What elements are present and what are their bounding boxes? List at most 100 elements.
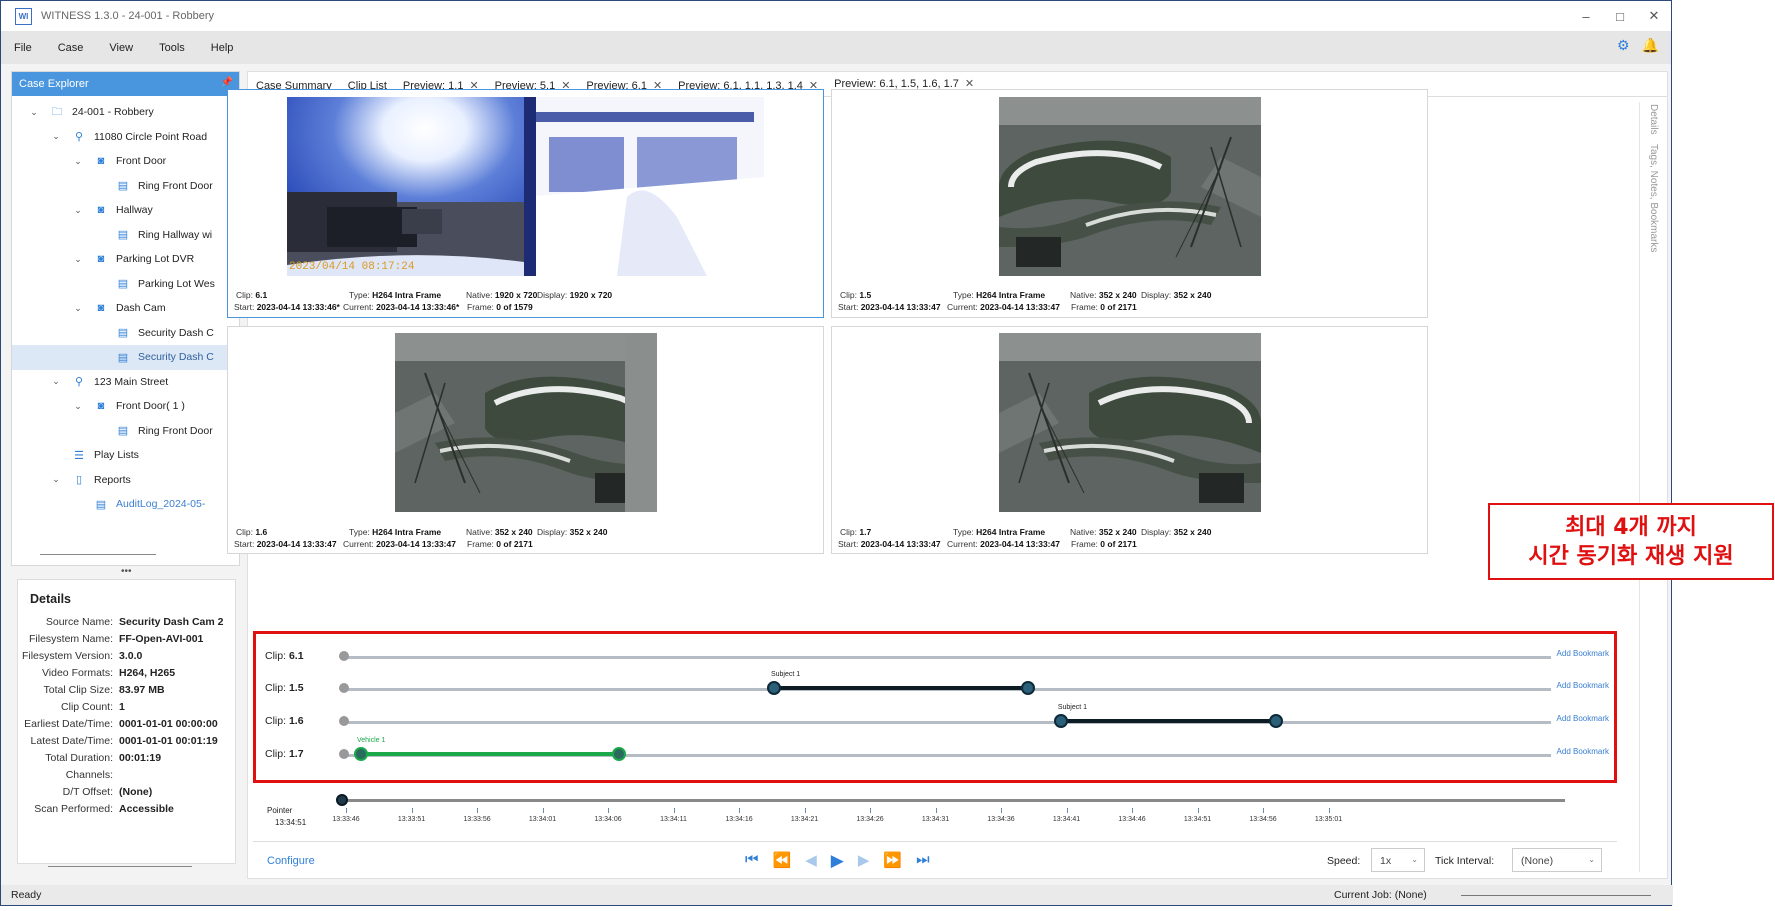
add-bookmark-link[interactable]: Add Bookmark bbox=[1557, 649, 1609, 658]
notification-bell-icon[interactable]: 🔔 bbox=[1642, 37, 1659, 54]
menu-help[interactable]: Help bbox=[198, 42, 247, 54]
bookmark-start-handle[interactable] bbox=[766, 681, 781, 695]
tree-item-label: Play Lists bbox=[94, 449, 139, 462]
tree-item-label: 123 Main Street bbox=[94, 375, 169, 388]
detail-row: Earliest Date/Time: 0001-01-01 00:00:00 bbox=[18, 718, 235, 735]
tree-item[interactable]: ▤ Ring Front Door bbox=[12, 419, 239, 444]
tree-item[interactable]: ⌄ ◙ Parking Lot DVR bbox=[12, 247, 239, 272]
tree-item[interactable]: ⌄ 🗀 24-001 - Robbery bbox=[12, 100, 239, 125]
tick-interval-select[interactable]: (None) ⌄ bbox=[1512, 848, 1602, 872]
bookmark-start-handle[interactable] bbox=[1053, 714, 1068, 728]
menu-view[interactable]: View bbox=[96, 42, 146, 54]
configure-link[interactable]: Configure bbox=[267, 855, 315, 867]
track-clip-label: Clip: 1.6 bbox=[265, 715, 304, 727]
add-bookmark-link[interactable]: Add Bookmark bbox=[1557, 747, 1609, 756]
tick-mark bbox=[1328, 808, 1330, 813]
track-bar[interactable] bbox=[347, 721, 1551, 724]
details-scrollbar[interactable] bbox=[48, 866, 192, 867]
close-window-button[interactable]: ✕ bbox=[1637, 1, 1671, 31]
pointer-track[interactable] bbox=[341, 799, 1565, 802]
bookmark-end-handle[interactable] bbox=[1269, 714, 1284, 728]
detail-key: Latest Date/Time: bbox=[30, 735, 113, 747]
camera-icon: ◙ bbox=[97, 253, 105, 266]
tree-item[interactable]: ▤ Security Dash C bbox=[12, 345, 239, 370]
tree-item[interactable]: ⌄ ◙ Front Door bbox=[12, 149, 239, 174]
chevron-down-icon[interactable]: ⌄ bbox=[50, 474, 62, 485]
tick-label: 13:35:01 bbox=[1314, 816, 1343, 823]
tree-item[interactable]: ⌄ ◙ Dash Cam bbox=[12, 296, 239, 321]
add-bookmark-link[interactable]: Add Bookmark bbox=[1557, 681, 1609, 690]
video-frame[interactable]: 2023/04/14 08:17:24 bbox=[287, 97, 764, 276]
document-icon: ▯ bbox=[75, 474, 83, 487]
minimize-button[interactable]: – bbox=[1569, 1, 1603, 31]
detail-key: Scan Performed: bbox=[34, 803, 113, 815]
menu-file[interactable]: File bbox=[1, 42, 45, 54]
meta-value: 1.5 bbox=[859, 290, 872, 300]
detail-key: Total Clip Size: bbox=[43, 684, 113, 696]
tree-item[interactable]: ⌄ ▯ Reports bbox=[12, 468, 239, 493]
video-frame[interactable] bbox=[999, 97, 1261, 276]
tree-item[interactable]: ⌄ ◙ Hallway bbox=[12, 198, 239, 223]
splitter-handle[interactable]: ••• bbox=[121, 566, 132, 577]
bookmark-end-handle[interactable] bbox=[1021, 681, 1036, 695]
tick-mark bbox=[411, 808, 413, 813]
pin-icon[interactable]: 📌 bbox=[221, 77, 233, 88]
tree-item[interactable]: ▤ Parking Lot Wes bbox=[12, 272, 239, 297]
tree-item[interactable]: ▤ Ring Hallway wi bbox=[12, 223, 239, 248]
bookmark-start-handle[interactable] bbox=[353, 747, 368, 761]
chevron-down-icon[interactable]: ⌄ bbox=[72, 303, 84, 314]
rewind-icon[interactable]: ⏪ bbox=[773, 851, 792, 871]
maximize-button[interactable]: □ bbox=[1603, 1, 1637, 31]
chevron-down-icon[interactable]: ⌄ bbox=[50, 131, 62, 142]
tree-item[interactable]: ⌄ ◙ Front Door( 1 ) bbox=[12, 394, 239, 419]
tree-item[interactable]: ▤ Security Dash C bbox=[12, 321, 239, 346]
tab-tags-notes-bookmarks[interactable]: Tags, Notes, Bookmarks bbox=[1648, 144, 1659, 252]
pointer-handle[interactable] bbox=[336, 794, 348, 806]
bookmark-end-handle[interactable] bbox=[612, 747, 627, 761]
tree-item[interactable]: ⌄ ⚲ 11080 Circle Point Road bbox=[12, 125, 239, 150]
menu-case[interactable]: Case bbox=[45, 42, 97, 54]
skip-to-start-icon[interactable]: ⏮ bbox=[745, 851, 759, 871]
video-frame[interactable] bbox=[395, 333, 657, 512]
meta-value: H264 Intra Frame bbox=[976, 290, 1046, 300]
bookmark-range[interactable] bbox=[773, 686, 1029, 690]
play-icon[interactable]: ▶ bbox=[831, 851, 844, 871]
track-start-marker[interactable] bbox=[339, 651, 349, 661]
track-start-marker[interactable] bbox=[339, 716, 349, 726]
speed-select[interactable]: 1x ⌄ bbox=[1371, 848, 1425, 872]
detail-key: Channels: bbox=[65, 769, 113, 781]
bookmark-range[interactable] bbox=[1060, 719, 1277, 723]
tree-item[interactable]: ☰ Play Lists bbox=[12, 443, 239, 468]
chevron-down-icon[interactable]: ⌄ bbox=[72, 254, 84, 265]
add-bookmark-link[interactable]: Add Bookmark bbox=[1557, 714, 1609, 723]
track-start-marker[interactable] bbox=[339, 749, 349, 759]
clip-display-res: Display: 1920 x 720 bbox=[537, 290, 612, 300]
step-back-icon[interactable]: ◀ bbox=[805, 851, 817, 871]
track-start-marker[interactable] bbox=[339, 683, 349, 693]
tree-item-label: 24-001 - Robbery bbox=[72, 106, 154, 119]
tree-item[interactable]: ⌄ ⚲ 123 Main Street bbox=[12, 370, 239, 395]
video-frame[interactable] bbox=[999, 333, 1261, 512]
tab-details-side[interactable]: Details bbox=[1648, 104, 1659, 135]
track-bar[interactable] bbox=[347, 656, 1551, 659]
tick-mark bbox=[1197, 808, 1199, 813]
menu-tools[interactable]: Tools bbox=[146, 42, 198, 54]
fast-forward-icon[interactable]: ⏩ bbox=[883, 851, 902, 871]
detail-row: Total Duration: 00:01:19 bbox=[18, 752, 235, 769]
annotation-line-1: 최대 4개 까지 bbox=[1565, 515, 1697, 540]
clip-start: Start: 2023-04-14 13:33:46* bbox=[234, 302, 340, 312]
meta-value: 352 x 240 bbox=[1098, 527, 1137, 537]
chevron-down-icon[interactable]: ⌄ bbox=[72, 205, 84, 216]
tree-item[interactable]: ▤ AuditLog_2024-05- bbox=[12, 492, 239, 517]
video-file-icon: ▤ bbox=[117, 351, 129, 364]
step-forward-icon[interactable]: ▶ bbox=[858, 851, 870, 871]
chevron-down-icon[interactable]: ⌄ bbox=[50, 376, 62, 387]
chevron-down-icon[interactable]: ⌄ bbox=[28, 107, 40, 118]
bookmark-range[interactable] bbox=[360, 752, 620, 756]
chevron-down-icon[interactable]: ⌄ bbox=[72, 156, 84, 167]
chevron-down-icon[interactable]: ⌄ bbox=[72, 401, 84, 412]
settings-gear-icon[interactable]: ⚙ bbox=[1617, 37, 1630, 54]
explorer-scrollbar[interactable] bbox=[40, 554, 156, 555]
skip-to-end-icon[interactable]: ⏭ bbox=[916, 851, 930, 871]
tree-item[interactable]: ▤ Ring Front Door bbox=[12, 174, 239, 199]
